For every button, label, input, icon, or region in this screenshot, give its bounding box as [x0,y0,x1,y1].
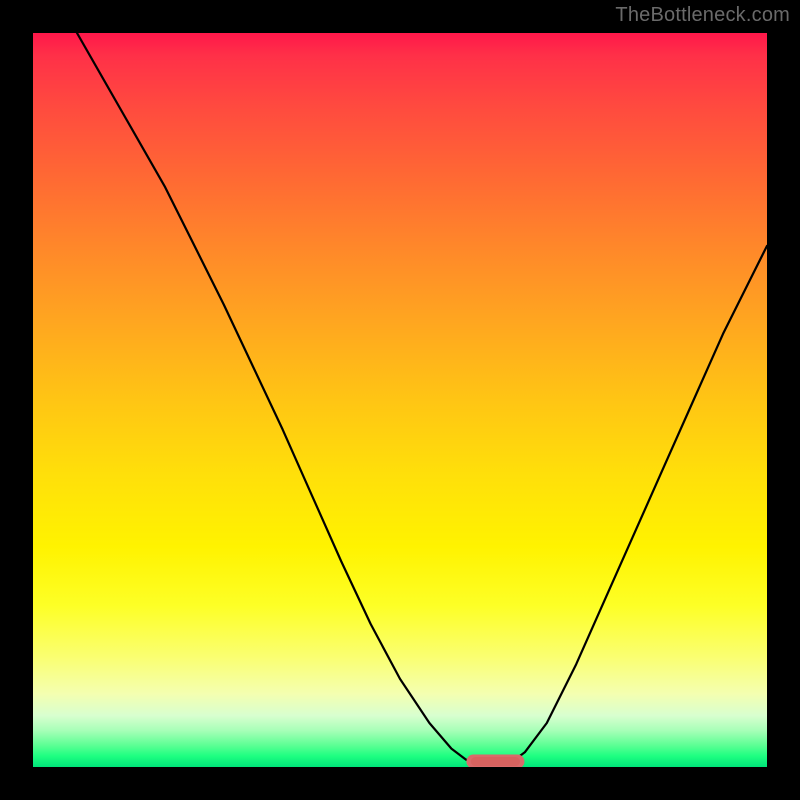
bottleneck-curve [77,33,767,766]
plot-area [33,33,767,767]
chart-frame: TheBottleneck.com [0,0,800,800]
curve-layer [33,33,767,767]
watermark-text: TheBottleneck.com [615,4,790,27]
